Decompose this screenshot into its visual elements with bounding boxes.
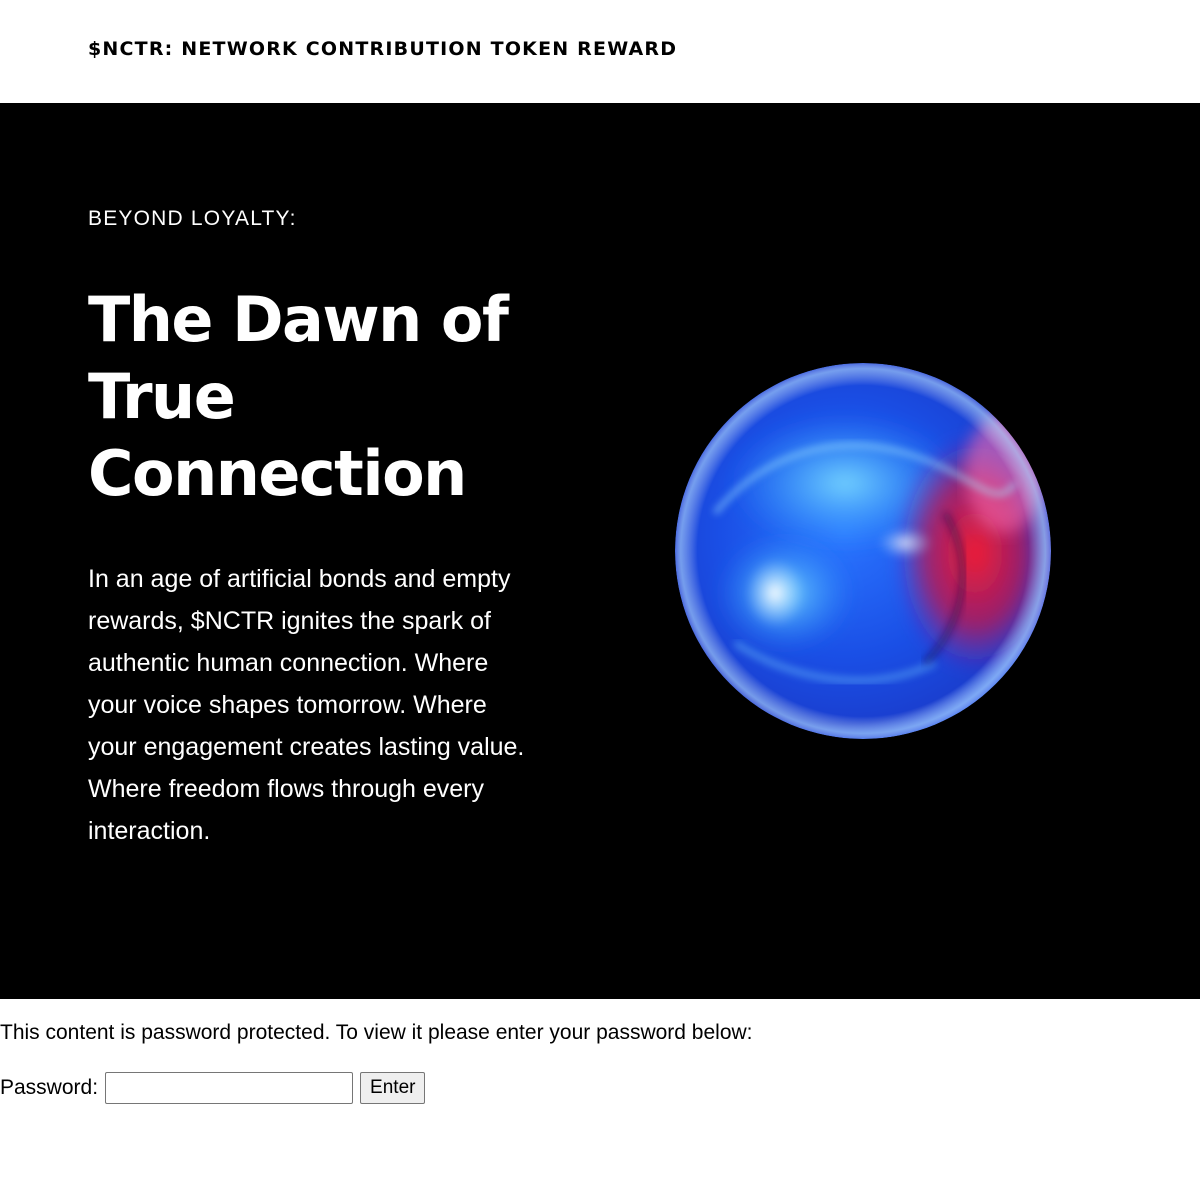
glass-orb-image — [675, 363, 1051, 739]
hero-body-text: In an age of artificial bonds and empty … — [88, 558, 608, 852]
body-line: Where freedom flows through every — [88, 775, 485, 803]
body-line: rewards, $NCTR ignites the spark of — [88, 607, 491, 635]
site-title[interactable]: $NCTR: NETWORK CONTRIBUTION TOKEN REWARD — [88, 38, 677, 60]
password-protected-message: This content is password protected. To v… — [0, 1021, 753, 1044]
password-label: Password: — [0, 1076, 99, 1099]
body-line: your engagement creates lasting value. — [88, 733, 525, 761]
password-form: Password: Enter — [0, 1071, 426, 1105]
headline-line: True — [88, 360, 236, 433]
headline-line: The Dawn of — [88, 283, 509, 356]
headline-line: Connection — [88, 437, 467, 510]
body-line: authentic human connection. Where — [88, 649, 489, 677]
orb-graphic — [675, 363, 1051, 739]
hero-section: BEYOND LOYALTY: The Dawn of True Connect… — [0, 103, 1200, 999]
hero-headline: The Dawn of True Connection — [88, 281, 608, 512]
site-header: $NCTR: NETWORK CONTRIBUTION TOKEN REWARD — [0, 0, 1200, 103]
body-line: your voice shapes tomorrow. Where — [88, 691, 487, 719]
password-input[interactable] — [105, 1072, 354, 1104]
hero-eyebrow: BEYOND LOYALTY: — [88, 207, 297, 230]
body-line: In an age of artificial bonds and empty — [88, 565, 511, 593]
enter-button[interactable]: Enter — [360, 1072, 426, 1104]
body-line: interaction. — [88, 817, 211, 845]
